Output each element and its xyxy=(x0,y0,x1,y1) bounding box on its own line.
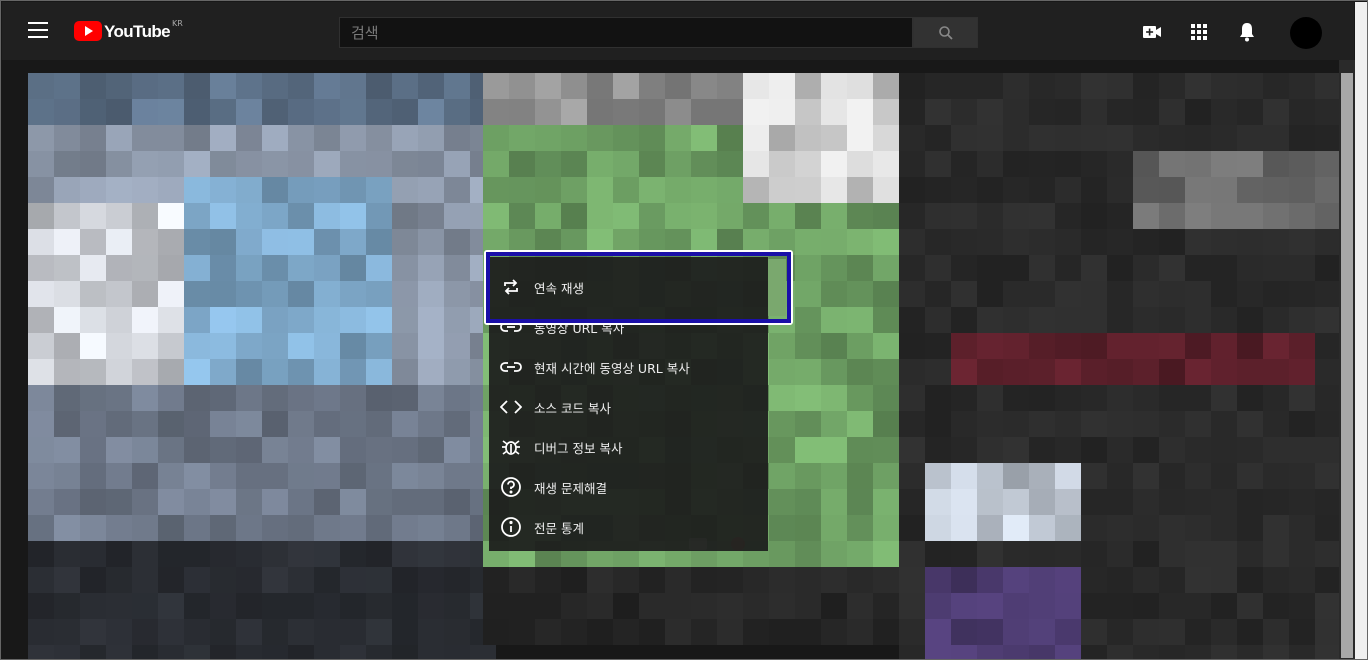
search-icon xyxy=(938,25,953,40)
context-menu-item-stats-for-nerds[interactable]: 전문 통계 xyxy=(489,507,768,547)
grid-apps-icon[interactable] xyxy=(1188,21,1210,43)
blurred-recommendations xyxy=(899,73,1341,659)
context-menu-item-label: 현재 시간에 동영상 URL 복사 xyxy=(534,360,690,376)
link-icon xyxy=(500,356,522,378)
code-icon xyxy=(500,396,522,418)
masthead: YouTube KR xyxy=(2,2,1354,60)
context-menu-item-copy-debug-info[interactable]: 디버그 정보 복사 xyxy=(489,427,768,467)
context-menu-item-label: 전문 통계 xyxy=(534,520,584,536)
search-box xyxy=(339,17,913,48)
play-logo-icon xyxy=(74,21,102,41)
context-menu-item-label: 소스 코드 복사 xyxy=(534,400,611,416)
highlight-box xyxy=(486,252,791,323)
info-circle-icon xyxy=(500,516,522,538)
context-menu-item-label: 재생 문제해결 xyxy=(534,480,607,496)
context-menu-item-label: 디버그 정보 복사 xyxy=(534,440,623,456)
blurred-video-frame[interactable] xyxy=(28,73,496,659)
hamburger-menu-icon[interactable] xyxy=(28,22,48,40)
context-menu-item-troubleshoot[interactable]: 재생 문제해결 xyxy=(489,467,768,507)
scrollbar-thumb[interactable] xyxy=(1341,73,1353,658)
youtube-logo[interactable]: YouTube KR xyxy=(74,19,183,43)
help-circle-icon xyxy=(500,476,522,498)
bell-icon[interactable] xyxy=(1236,21,1258,43)
search-input[interactable] xyxy=(340,18,912,47)
bug-icon xyxy=(500,436,522,458)
context-menu-item-copy-embed-code[interactable]: 소스 코드 복사 xyxy=(489,387,768,427)
avatar[interactable] xyxy=(1290,17,1322,49)
context-menu-item-copy-url-at-time[interactable]: 현재 시간에 동영상 URL 복사 xyxy=(489,347,768,387)
video-camera-plus-icon[interactable] xyxy=(1141,21,1163,43)
logo-text: YouTube xyxy=(104,22,171,41)
browser-viewport: YouTube KR 검색 연속 재생 동영상 URL 복사 현재 시간에 동영… xyxy=(0,0,1368,660)
window-edge xyxy=(1355,2,1367,659)
search-button[interactable] xyxy=(913,17,978,48)
logo-country: KR xyxy=(172,19,183,28)
